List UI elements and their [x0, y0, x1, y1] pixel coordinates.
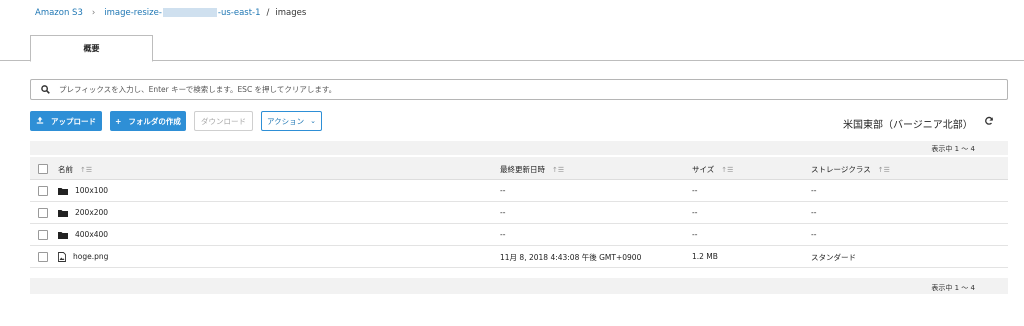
row-name-link[interactable]: 200x200 — [75, 208, 108, 217]
column-name-label: 名前 — [58, 165, 73, 174]
row-modified: -- — [500, 208, 506, 217]
tab-overview[interactable]: 概要 — [30, 35, 153, 62]
row-name-link[interactable]: 100x100 — [75, 186, 108, 195]
row-checkbox[interactable] — [38, 230, 48, 240]
folder-icon — [58, 231, 68, 241]
column-size-label: サイズ — [692, 165, 715, 174]
sort-icon: ↑☰ — [877, 165, 890, 174]
actions-label: アクション — [267, 116, 305, 126]
column-size[interactable]: サイズ ↑☰ — [692, 164, 733, 175]
row-size: -- — [692, 208, 698, 217]
table-header: 名前 ↑☰ 最終更新日時 ↑☰ サイズ ↑☰ ストレージクラス ↑☰ — [30, 157, 1008, 180]
breadcrumb-current: images — [275, 8, 307, 18]
create-folder-label: フォルダの作成 — [128, 116, 181, 126]
breadcrumb-separator: / — [266, 8, 270, 18]
column-name[interactable]: 名前 ↑☰ — [58, 164, 92, 175]
row-storage-class: -- — [811, 230, 817, 239]
tab-bar-divider — [0, 60, 1024, 61]
create-folder-button[interactable]: + フォルダの作成 — [110, 111, 186, 131]
breadcrumb-amazon-s3[interactable]: Amazon S3 — [35, 8, 83, 18]
column-storage-class[interactable]: ストレージクラス ↑☰ — [811, 164, 890, 175]
row-size: 1.2 MB — [692, 252, 718, 261]
table-row[interactable]: hoge.png 11月 8, 2018 4:43:08 午後 GMT+0900… — [30, 246, 1008, 268]
table-row[interactable]: 400x400 -- -- -- — [30, 224, 1008, 246]
region-label: 米国東部（バージニア北部） — [843, 120, 973, 131]
row-checkbox[interactable] — [38, 186, 48, 196]
redacted-block — [162, 8, 217, 17]
row-name-link[interactable]: 400x400 — [75, 230, 108, 239]
folder-icon — [58, 187, 68, 197]
bucket-name-suffix: -us-east-1 — [217, 8, 261, 18]
sort-icon: ↑☰ — [721, 165, 734, 174]
breadcrumb: Amazon S3 › image-resize- -us-east-1 / im… — [35, 8, 306, 18]
select-all-checkbox[interactable] — [38, 164, 48, 174]
row-modified: -- — [500, 230, 506, 239]
row-checkbox[interactable] — [38, 252, 48, 262]
item-count-top: 表示中 1 ～ 4 — [931, 145, 975, 153]
row-size: -- — [692, 230, 698, 239]
search-bar[interactable] — [30, 79, 1008, 100]
image-file-icon — [58, 252, 66, 264]
row-size: -- — [692, 186, 698, 195]
upload-icon — [36, 116, 44, 126]
column-last-modified[interactable]: 最終更新日時 ↑☰ — [500, 164, 564, 175]
column-storage-class-label: ストレージクラス — [811, 165, 871, 174]
search-input[interactable] — [59, 85, 959, 94]
item-count-bottom: 表示中 1 ～ 4 — [931, 284, 975, 292]
refresh-icon[interactable] — [984, 116, 994, 129]
row-checkbox[interactable] — [38, 208, 48, 218]
sort-icon: ↑☰ — [552, 165, 565, 174]
upload-button[interactable]: アップロード — [30, 111, 102, 131]
sort-icon: ↑☰ — [80, 165, 93, 174]
table-row[interactable]: 100x100 -- -- -- — [30, 180, 1008, 202]
row-storage-class: スタンダード — [811, 253, 856, 262]
chevron-right-icon: › — [91, 8, 96, 18]
breadcrumb-bucket[interactable]: image-resize- -us-east-1 — [104, 8, 261, 18]
folder-icon — [58, 209, 68, 219]
search-icon — [31, 85, 59, 94]
chevron-down-icon: ⌄ — [310, 117, 316, 125]
upload-label: アップロード — [51, 116, 96, 126]
row-storage-class: -- — [811, 208, 817, 217]
table-count-band-bottom: 表示中 1 ～ 4 — [30, 278, 1008, 294]
row-storage-class: -- — [811, 186, 817, 195]
plus-icon: + — [115, 116, 122, 126]
download-button[interactable]: ダウンロード — [194, 111, 253, 131]
actions-dropdown[interactable]: アクション ⌄ — [261, 111, 322, 131]
table-count-band-top: 表示中 1 ～ 4 — [30, 141, 1008, 155]
row-modified: -- — [500, 186, 506, 195]
table-row[interactable]: 200x200 -- -- -- — [30, 202, 1008, 224]
column-last-modified-label: 最終更新日時 — [500, 165, 545, 174]
bucket-name-prefix: image-resize- — [104, 8, 162, 18]
row-modified: 11月 8, 2018 4:43:08 午後 GMT+0900 — [500, 253, 642, 262]
row-name-link[interactable]: hoge.png — [73, 252, 108, 261]
